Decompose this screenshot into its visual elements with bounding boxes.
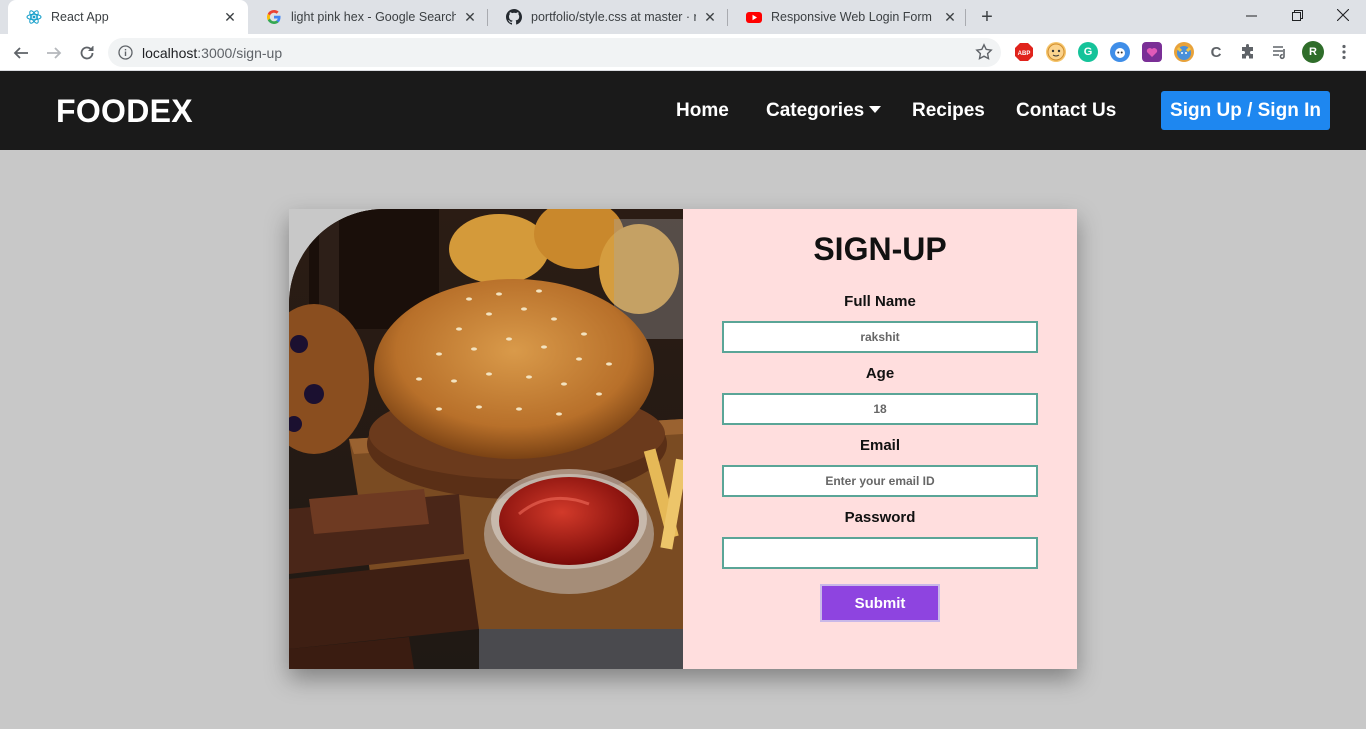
caret-down-icon <box>869 106 882 113</box>
tab-youtube[interactable]: Responsive Web Login Form | Re ✕ <box>728 0 968 34</box>
minimize-icon[interactable] <box>1228 0 1274 30</box>
restore-icon[interactable] <box>1274 0 1320 30</box>
info-icon[interactable] <box>118 45 133 65</box>
nav-link-home[interactable]: Home <box>676 100 729 122</box>
face-extension-icon[interactable] <box>1110 42 1130 62</box>
close-icon[interactable]: ✕ <box>462 9 478 25</box>
forward-arrow-icon[interactable] <box>40 39 68 67</box>
signup-card: SIGN-UP Full Name Age Email Password Sub… <box>289 209 1077 669</box>
age-label: Age <box>865 365 895 382</box>
nav-link-categories[interactable]: Categories <box>766 100 882 122</box>
profile-avatar[interactable]: R <box>1302 41 1324 63</box>
profile-initial: R <box>1309 46 1317 58</box>
tab-label: portfolio/style.css at master · raks <box>531 10 696 24</box>
browser-tab-bar: React App ✕ light pink hex - Google Sear… <box>0 0 1366 34</box>
full-name-input[interactable] <box>722 321 1038 353</box>
tab-label: React App <box>51 10 109 24</box>
emoji-extension-icon[interactable] <box>1046 42 1066 62</box>
nav-link-recipes[interactable]: Recipes <box>912 100 985 122</box>
puzzle-icon[interactable] <box>1238 42 1258 62</box>
tab-separator <box>965 9 966 26</box>
form-title: SIGN-UP <box>813 231 947 267</box>
signup-form: SIGN-UP Full Name Age Email Password Sub… <box>683 209 1077 669</box>
address-bar[interactable]: localhost:3000/sign-up <box>108 38 1001 67</box>
cat-extension-icon[interactable] <box>1174 42 1194 62</box>
google-icon <box>266 9 282 25</box>
app-navbar: FOODEX Home Categories Recipes Contact U… <box>0 71 1366 150</box>
url-host: localhost <box>142 45 198 61</box>
url-path: :3000/sign-up <box>197 45 283 61</box>
code-extension-label: C <box>1210 43 1222 61</box>
submit-button[interactable]: Submit <box>820 584 940 622</box>
kebab-menu-icon[interactable] <box>1334 42 1354 62</box>
food-photo <box>289 209 683 669</box>
close-icon[interactable]: ✕ <box>942 9 958 25</box>
sign-up-sign-in-button[interactable]: Sign Up / Sign In <box>1161 91 1330 130</box>
reload-icon[interactable] <box>73 39 101 67</box>
grammarly-icon[interactable]: G <box>1078 42 1098 62</box>
close-icon[interactable]: ✕ <box>222 9 238 25</box>
window-close-icon[interactable] <box>1320 0 1366 30</box>
tab-google-search[interactable]: light pink hex - Google Search ✕ <box>248 0 488 34</box>
back-arrow-icon[interactable] <box>7 39 35 67</box>
github-icon <box>506 9 522 25</box>
youtube-icon <box>746 9 762 25</box>
browser-toolbar: localhost:3000/sign-up ABP G C R <box>0 34 1366 71</box>
email-label: Email <box>859 437 901 454</box>
react-icon <box>26 9 42 25</box>
media-queue-icon[interactable] <box>1270 42 1290 62</box>
password-input[interactable] <box>722 537 1038 569</box>
full-name-label: Full Name <box>844 293 916 310</box>
new-tab-button[interactable]: + <box>976 6 998 28</box>
age-input[interactable] <box>722 393 1038 425</box>
abp-label: ABP <box>1018 51 1031 57</box>
code-extension-icon[interactable]: C <box>1206 42 1226 62</box>
close-icon[interactable]: ✕ <box>702 9 718 25</box>
tab-react-app[interactable]: React App ✕ <box>8 0 248 34</box>
grammarly-label: G <box>1083 46 1093 58</box>
tab-label: light pink hex - Google Search <box>291 10 456 24</box>
tab-github[interactable]: portfolio/style.css at master · raks ✕ <box>488 0 728 34</box>
nav-link-categories-label: Categories <box>766 100 865 121</box>
star-icon[interactable] <box>975 43 993 66</box>
abp-icon[interactable]: ABP <box>1014 42 1034 62</box>
email-input[interactable] <box>722 465 1038 497</box>
url-text: localhost:3000/sign-up <box>142 45 282 61</box>
password-label: Password <box>844 509 916 526</box>
purple-extension-icon[interactable] <box>1142 42 1162 62</box>
brand-logo[interactable]: FOODEX <box>56 93 193 130</box>
nav-link-contact[interactable]: Contact Us <box>1016 100 1116 122</box>
tab-label: Responsive Web Login Form | Re <box>771 10 936 24</box>
